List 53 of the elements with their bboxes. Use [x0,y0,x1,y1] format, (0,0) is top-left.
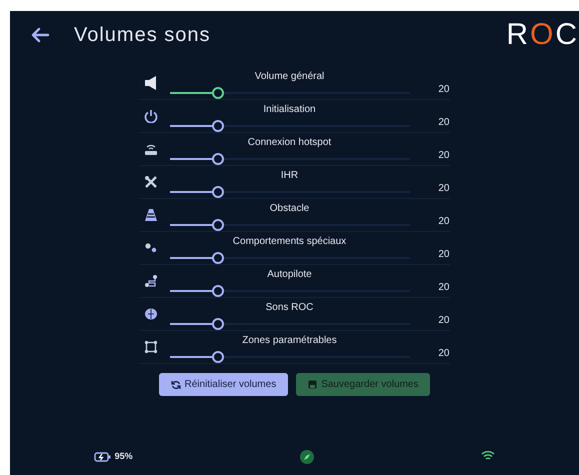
slider-label: Obstacle [268,203,310,216]
volume-slider[interactable] [170,219,410,231]
volume-value: 20 [437,149,450,163]
slider-label: Autopilote [266,269,313,282]
slider-thumb[interactable] [212,87,224,99]
slider-label: IHR [280,170,300,183]
back-icon[interactable] [30,27,50,43]
volume-value: 20 [437,116,450,130]
reset-button[interactable]: Réinitialiser volumes [158,373,288,396]
volume-value: 20 [437,281,450,295]
slider-thumb[interactable] [212,252,224,264]
wifi-icon [481,450,496,461]
volume-slider[interactable] [170,252,410,264]
volume-value: 20 [437,83,450,97]
volume-slider[interactable] [170,318,410,330]
volume-value: 20 [437,215,450,229]
battery-icon [94,452,111,462]
volume-value: 20 [437,314,450,328]
speaker-icon [144,75,158,91]
page-title: Volumes sons [74,23,211,48]
volume-value: 20 [437,182,450,196]
slider-thumb[interactable] [212,285,224,297]
tools-icon [144,175,158,189]
slider-thumb[interactable] [212,351,224,363]
volume-value: 20 [437,248,450,262]
slider-label: Zones paramétrables [241,335,338,348]
volume-slider[interactable] [170,186,410,198]
volume-slider[interactable] [170,87,410,99]
router-icon [144,143,158,155]
volume-value: 20 [437,347,450,361]
slider-label: Comportements spéciaux [232,236,348,249]
logo: ROC [506,20,579,50]
save-icon [308,380,318,389]
compass-icon [300,450,314,464]
zone-icon [144,340,158,354]
slider-label: Volume général [254,71,326,84]
refresh-icon [170,380,180,390]
volume-slider[interactable] [170,153,410,165]
slider-thumb[interactable] [212,120,224,132]
route-icon [144,274,158,288]
slider-thumb[interactable] [212,153,224,165]
volume-slider[interactable] [170,351,410,363]
battery-level: 95% [114,450,133,464]
slider-label: Sons ROC [264,302,314,315]
power-icon [144,109,158,123]
slider-thumb[interactable] [212,318,224,330]
slider-thumb[interactable] [212,219,224,231]
slider-label: Initialisation [262,104,317,117]
slider-thumb[interactable] [212,186,224,198]
volume-slider[interactable] [170,285,410,297]
volume-slider[interactable] [170,120,410,132]
cone-icon [144,208,158,222]
slider-label: Connexion hotspot [246,137,332,150]
